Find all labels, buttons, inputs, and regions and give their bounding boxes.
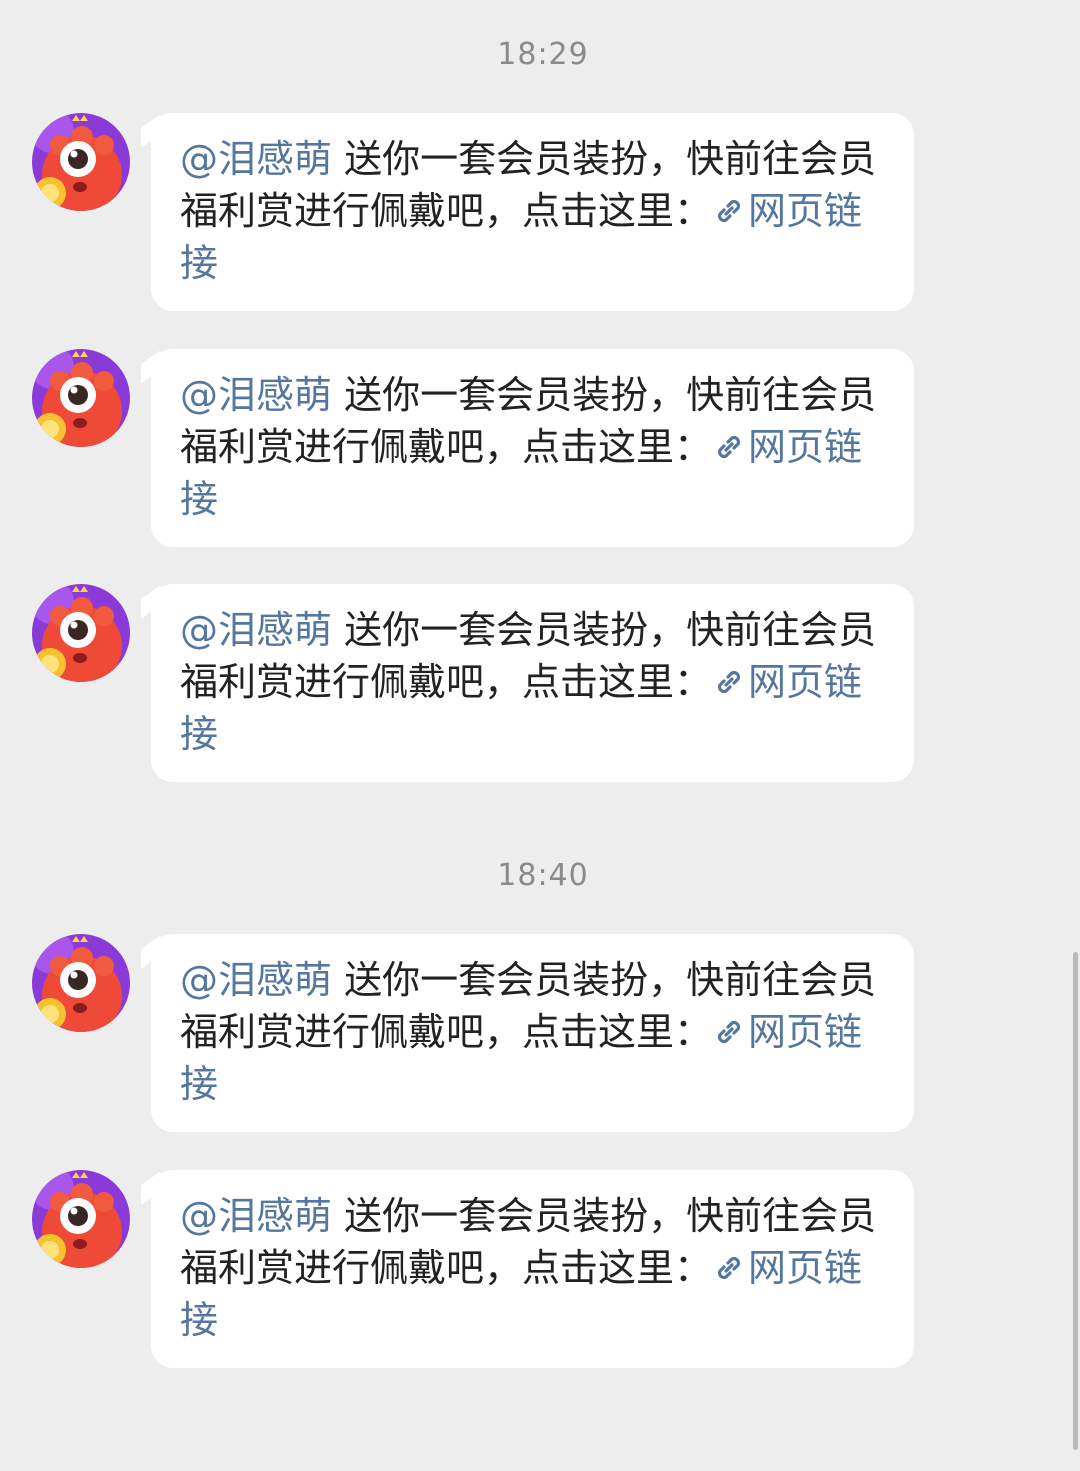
- link-icon: [718, 1020, 741, 1044]
- avatar[interactable]: [32, 934, 130, 1032]
- mention-link[interactable]: @泪感萌: [180, 1194, 332, 1238]
- link-icon: [718, 435, 741, 459]
- avatar[interactable]: [32, 349, 130, 447]
- chat-message: @泪感萌 送你一套会员装扮，快前往会员福利赏进行佩戴吧，点击这里： 网页链接: [0, 584, 1080, 784]
- bubble-tail: [141, 113, 161, 149]
- timestamp: 18:40: [497, 858, 589, 893]
- message-text: @泪感萌 送你一套会员装扮，快前往会员福利赏进行佩戴吧，点击这里： 网页链接: [180, 133, 884, 289]
- link-icon: [718, 670, 741, 694]
- mention-link[interactable]: @泪感萌: [180, 608, 332, 652]
- avatar[interactable]: [32, 584, 130, 682]
- cyclops-monster-avatar-icon: [32, 934, 130, 1032]
- chat-message: @泪感萌 送你一套会员装扮，快前往会员福利赏进行佩戴吧，点击这里： 网页链接: [0, 113, 1080, 313]
- avatar[interactable]: [32, 113, 130, 211]
- mention-link[interactable]: @泪感萌: [180, 373, 332, 417]
- chat-message: @泪感萌 送你一套会员装扮，快前往会员福利赏进行佩戴吧，点击这里： 网页链接: [0, 1170, 1080, 1370]
- cyclops-monster-avatar-icon: [32, 349, 130, 447]
- link-icon: [718, 199, 741, 223]
- chat-message: @泪感萌 送你一套会员装扮，快前往会员福利赏进行佩戴吧，点击这里： 网页链接: [0, 349, 1080, 549]
- bubble-tail: [141, 1170, 161, 1206]
- message-text: @泪感萌 送你一套会员装扮，快前往会员福利赏进行佩戴吧，点击这里： 网页链接: [180, 954, 884, 1110]
- message-bubble[interactable]: @泪感萌 送你一套会员装扮，快前往会员福利赏进行佩戴吧，点击这里： 网页链接: [141, 113, 914, 311]
- cyclops-monster-avatar-icon: [32, 1170, 130, 1268]
- message-text: @泪感萌 送你一套会员装扮，快前往会员福利赏进行佩戴吧，点击这里： 网页链接: [180, 1190, 884, 1346]
- bubble-tail: [141, 584, 161, 620]
- bubble-tail: [141, 349, 161, 385]
- message-text: @泪感萌 送你一套会员装扮，快前往会员福利赏进行佩戴吧，点击这里： 网页链接: [180, 604, 884, 760]
- mention-link[interactable]: @泪感萌: [180, 137, 332, 181]
- message-text: @泪感萌 送你一套会员装扮，快前往会员福利赏进行佩戴吧，点击这里： 网页链接: [180, 369, 884, 525]
- link-icon: [718, 1256, 741, 1280]
- avatar[interactable]: [32, 1170, 130, 1268]
- message-bubble[interactable]: @泪感萌 送你一套会员装扮，快前往会员福利赏进行佩戴吧，点击这里： 网页链接: [141, 584, 914, 782]
- message-bubble[interactable]: @泪感萌 送你一套会员装扮，快前往会员福利赏进行佩戴吧，点击这里： 网页链接: [141, 1170, 914, 1368]
- message-bubble[interactable]: @泪感萌 送你一套会员装扮，快前往会员福利赏进行佩戴吧，点击这里： 网页链接: [141, 934, 914, 1132]
- message-bubble[interactable]: @泪感萌 送你一套会员装扮，快前往会员福利赏进行佩戴吧，点击这里： 网页链接: [141, 349, 914, 547]
- cyclops-monster-avatar-icon: [32, 113, 130, 211]
- timestamp: 18:29: [497, 37, 589, 72]
- mention-link[interactable]: @泪感萌: [180, 958, 332, 1002]
- chat-message: @泪感萌 送你一套会员装扮，快前往会员福利赏进行佩戴吧，点击这里： 网页链接: [0, 934, 1080, 1134]
- cyclops-monster-avatar-icon: [32, 584, 130, 682]
- scrollbar[interactable]: [1073, 952, 1078, 1450]
- bubble-tail: [141, 934, 161, 970]
